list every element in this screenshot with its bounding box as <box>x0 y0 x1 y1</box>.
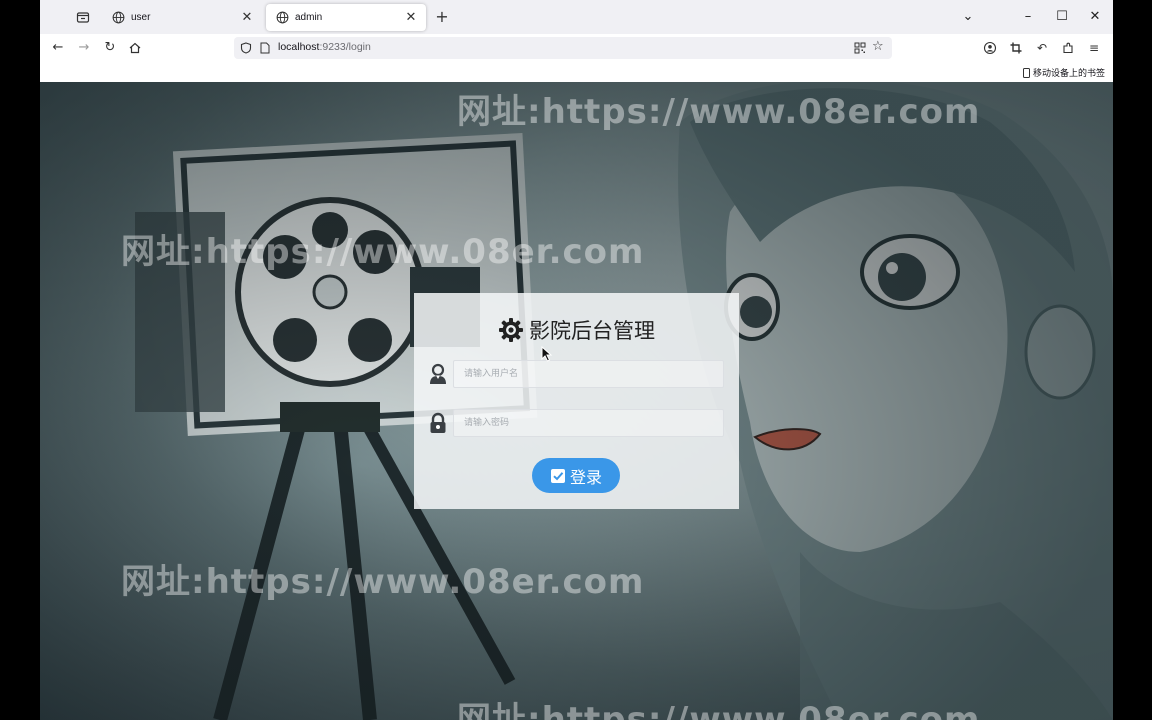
back-icon[interactable]: ← <box>49 39 67 57</box>
close-icon[interactable]: ✕ <box>404 10 418 24</box>
page-icon <box>260 42 270 54</box>
tab-admin[interactable]: admin ✕ <box>266 4 426 31</box>
nav-bar: ← → ↻ localhost:9233/login ☆ ↶ ≡ <box>40 34 1113 62</box>
watermark-text: 网址:https://www.08er.com <box>457 92 981 132</box>
chevron-down-icon[interactable]: ⌄ <box>959 8 977 26</box>
tab-label: user <box>131 12 151 23</box>
close-icon[interactable]: ✕ <box>240 10 254 24</box>
watermark-text: 网址:https://www.08er.com <box>121 232 645 272</box>
gear-icon <box>499 318 523 342</box>
forward-icon[interactable]: → <box>75 39 93 57</box>
login-title: 影院后台管理 <box>414 315 739 345</box>
globe-icon <box>276 11 289 24</box>
watermark-text: 网址:https://www.08er.com <box>457 700 981 720</box>
mobile-bookmarks-label: 移动设备上的书签 <box>1032 69 1105 79</box>
login-title-text: 影院后台管理 <box>529 319 655 343</box>
login-button[interactable]: 登录 <box>532 458 620 493</box>
account-icon[interactable] <box>981 39 999 57</box>
home-icon[interactable] <box>126 39 144 57</box>
login-button-label: 登录 <box>569 467 602 487</box>
extensions-icon[interactable] <box>1059 39 1077 57</box>
tab-label: admin <box>295 12 323 23</box>
reload-icon[interactable]: ↻ <box>101 39 119 57</box>
watermark-text: 网址:https://www.08er.com <box>121 562 645 602</box>
bookmarks-bar: 移动设备上的书签 <box>40 62 1113 82</box>
mouse-cursor-icon <box>541 346 553 362</box>
maximize-button[interactable]: ☐ <box>1053 8 1071 26</box>
globe-icon <box>112 11 125 24</box>
shield-icon <box>240 42 252 54</box>
checkbox-check-icon <box>550 468 565 483</box>
tab-user[interactable]: user ✕ <box>102 4 262 31</box>
login-form: 影院后台管理 登录 <box>414 293 739 509</box>
tab-strip: user ✕ admin ✕ + ⌄ – ☐ ✕ <box>40 0 1113 34</box>
minimize-button[interactable]: – <box>1019 8 1037 26</box>
browser-window: user ✕ admin ✕ + ⌄ – ☐ ✕ ← → ↻ localhost… <box>40 0 1113 720</box>
undo-icon[interactable]: ↶ <box>1033 39 1051 57</box>
crop-icon[interactable] <box>1007 39 1025 57</box>
address-bar[interactable]: localhost:9233/login ☆ <box>234 37 892 59</box>
username-input[interactable] <box>453 360 724 388</box>
window-close-button[interactable]: ✕ <box>1086 8 1104 26</box>
mobile-bookmarks-folder[interactable]: 移动设备上的书签 <box>1022 66 1105 79</box>
tab-list-icon[interactable] <box>74 8 92 26</box>
screen: user ✕ admin ✕ + ⌄ – ☐ ✕ ← → ↻ localhost… <box>0 0 1152 720</box>
password-input[interactable] <box>453 409 724 437</box>
qr-code-icon[interactable] <box>854 42 866 54</box>
star-icon[interactable]: ☆ <box>872 40 886 54</box>
new-tab-button[interactable]: + <box>433 8 451 26</box>
menu-icon[interactable]: ≡ <box>1085 39 1103 57</box>
url-text: localhost:9233/login <box>278 41 371 53</box>
user-icon <box>430 363 446 384</box>
login-page: 网址:https://www.08er.com 网址:https://www.0… <box>40 82 1113 720</box>
lock-icon <box>430 412 446 433</box>
phone-icon <box>1022 67 1030 78</box>
